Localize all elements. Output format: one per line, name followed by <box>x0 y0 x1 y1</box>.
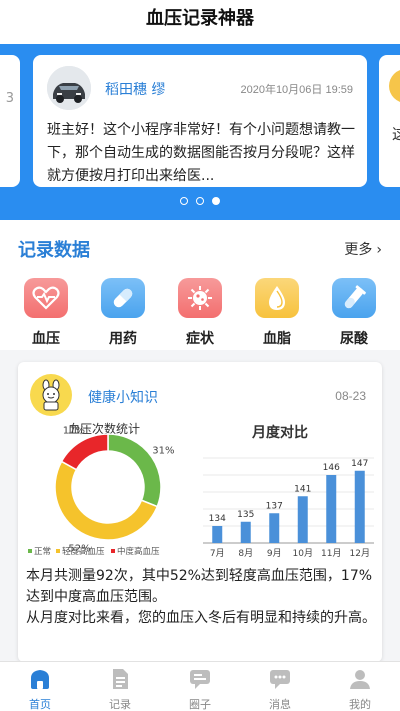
post-user-name[interactable]: 稻田穗 缪 <box>105 79 165 99</box>
app-title: 血压记录神器 <box>0 0 400 44</box>
carousel-dot[interactable] <box>196 197 204 205</box>
tab-profile[interactable]: 我的 <box>320 662 400 711</box>
bar <box>240 521 251 543</box>
tab-label: 消息 <box>269 698 291 711</box>
category-label: 血脂 <box>263 331 291 347</box>
statistics-charts: 血压次数统计 31%52%17% 正常 轻度高血压 中度高血压 月度对比 1347月… <box>28 421 374 559</box>
bar-category-label: 12月 <box>350 548 370 559</box>
bar-category-label: 9月 <box>267 548 282 559</box>
health-tip-card[interactable]: 健康小知识 08-23 血压次数统计 31% 52% 17% 正常 轻度高血压 中度高血… <box>18 362 382 662</box>
legend-label: 正常 <box>34 546 51 557</box>
more-link[interactable]: 更多 › <box>344 239 382 259</box>
carousel-card-next[interactable]: 这 <box>379 55 400 187</box>
avatar[interactable] <box>47 66 91 110</box>
tab-home[interactable]: 首页 <box>0 662 80 711</box>
feedback-carousel[interactable]: 3 稻田穗 缪 2020年10月06日 19:59 班主好！这个小程序非常好！有… <box>0 44 400 220</box>
health-tip-summary: 本月共测量92次，其中52%达到轻度高血压范围，17%达到中度高血压范围。 从月… <box>26 568 376 626</box>
category-uric-acid[interactable]: 尿酸 <box>330 278 378 348</box>
record-icon <box>113 669 128 689</box>
category-symptom[interactable]: 症状 <box>176 278 224 348</box>
tab-label: 首页 <box>29 698 51 711</box>
legend-swatch <box>111 549 115 553</box>
message-icon <box>270 670 290 689</box>
bar <box>326 475 337 543</box>
bar-category-label: 10月 <box>293 548 313 559</box>
category-medication[interactable]: 用药 <box>99 278 147 348</box>
records-section: 记录数据 更多 › 血压 用药 症状 血脂 尿酸 <box>0 220 400 350</box>
test-tube-icon <box>332 278 376 318</box>
post-message[interactable]: 班主好！这个小程序非常好！有个小问题想请教一下，那个自动生成的数据图能否按月分段… <box>47 119 357 188</box>
pie-slice-label: 31% <box>152 445 174 456</box>
bar-value-label: 135 <box>237 510 254 520</box>
bar <box>269 513 280 543</box>
bar-value-label: 146 <box>323 463 340 473</box>
bar-chart: 134 7月 135 8月 137 9月 141 10月 146 11月 147 12月 <box>203 457 374 559</box>
bar-value-label: 147 <box>351 459 368 469</box>
carousel-indicator <box>0 197 400 205</box>
health-tip-date: 08-23 <box>335 389 366 403</box>
carousel-card-prev[interactable]: 3 <box>0 55 20 187</box>
carousel-dot[interactable] <box>180 197 188 205</box>
legend-swatch <box>28 549 32 553</box>
chevron-right-icon: › <box>376 242 382 258</box>
bar <box>212 526 223 543</box>
tab-records[interactable]: 记录 <box>80 662 160 711</box>
bar-value-label: 137 <box>266 501 283 511</box>
category-label: 症状 <box>186 331 214 347</box>
legend-swatch <box>56 549 60 553</box>
prev-card-fragment: 3 <box>5 91 14 106</box>
bar-category-label: 7月 <box>210 548 225 559</box>
next-card-fragment: 这 <box>392 125 400 143</box>
pie-legend: 正常 轻度高血压 中度高血压 <box>28 546 160 557</box>
bar-category-label: 11月 <box>321 548 341 559</box>
legend-label: 轻度高血压 <box>62 546 105 557</box>
bar-chart-title: 月度对比 <box>251 424 308 441</box>
category-label: 尿酸 <box>340 331 368 347</box>
health-tip-title: 健康小知识 <box>88 390 158 406</box>
tab-label: 圈子 <box>189 698 211 711</box>
pie-chart: 31%52%17% <box>54 425 175 555</box>
bar <box>354 470 365 543</box>
category-label: 血压 <box>32 331 60 347</box>
bar <box>297 496 308 543</box>
mascot-avatar <box>30 374 72 416</box>
pie-slice-label: 17% <box>63 425 85 436</box>
records-title: 记录数据 <box>18 240 90 261</box>
more-label: 更多 <box>344 242 373 258</box>
tab-label: 我的 <box>349 698 371 711</box>
tab-messages[interactable]: 消息 <box>240 662 320 711</box>
tab-community[interactable]: 圈子 <box>160 662 240 711</box>
home-icon <box>31 670 49 689</box>
category-blood-pressure[interactable]: 血压 <box>22 278 70 348</box>
bar-category-label: 8月 <box>238 548 253 559</box>
pie-slice <box>60 433 109 471</box>
carousel-dot-active[interactable] <box>212 197 220 205</box>
bar-value-label: 134 <box>209 514 226 524</box>
pill-icon <box>101 278 145 318</box>
profile-icon <box>350 670 370 689</box>
next-card-avatar <box>389 69 400 103</box>
drop-icon <box>255 278 299 318</box>
bottom-tab-bar: 首页 记录 圈子 消息 我的 <box>0 661 400 711</box>
category-blood-lipid[interactable]: 血脂 <box>253 278 301 348</box>
carousel-card-current[interactable]: 稻田穗 缪 2020年10月06日 19:59 班主好！这个小程序非常好！有个小… <box>33 55 367 187</box>
virus-icon <box>178 278 222 318</box>
community-icon <box>190 670 210 689</box>
legend-label: 中度高血压 <box>117 546 160 557</box>
tab-label: 记录 <box>109 698 131 711</box>
heart-pulse-icon <box>24 278 68 318</box>
category-label: 用药 <box>109 331 137 347</box>
post-time: 2020年10月06日 19:59 <box>240 84 353 96</box>
bar-value-label: 141 <box>294 484 311 494</box>
